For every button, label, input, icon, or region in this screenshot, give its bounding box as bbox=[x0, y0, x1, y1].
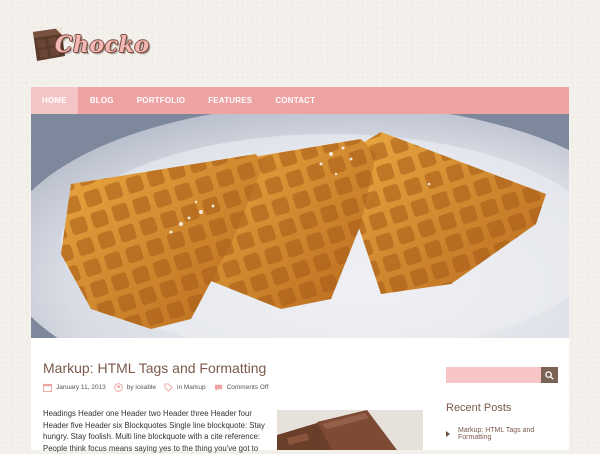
triangle-right-icon bbox=[446, 431, 450, 437]
chocolate-photo bbox=[277, 410, 423, 450]
post-thumbnail bbox=[277, 410, 423, 450]
tag-icon bbox=[164, 383, 173, 392]
post-date: January 11, 2013 bbox=[56, 384, 106, 391]
post-excerpt: Headings Header one Header two Header th… bbox=[43, 409, 265, 453]
recent-post-label: Markup: HTML Tags and Formatting bbox=[458, 427, 535, 441]
post-author[interactable]: by iceable bbox=[127, 384, 156, 391]
site-logo[interactable]: Chocko bbox=[31, 22, 149, 66]
nav-item-features[interactable]: FEATURES bbox=[197, 87, 263, 114]
recent-post-item[interactable]: Markup: HTML Tags and Formatting bbox=[446, 427, 569, 441]
post-title[interactable]: Markup: HTML Tags and Formatting bbox=[43, 360, 266, 376]
search-icon bbox=[545, 370, 554, 380]
recent-posts-title: Recent Posts bbox=[446, 402, 512, 414]
comment-icon bbox=[214, 384, 222, 392]
main-nav: HOME BLOG PORTFOLIO FEATURES CONTACT bbox=[31, 87, 569, 114]
nav-item-contact[interactable]: CONTACT bbox=[264, 87, 326, 114]
post-category[interactable]: in Markup bbox=[177, 384, 206, 391]
nav-item-home[interactable]: HOME bbox=[31, 87, 78, 114]
waffles-photo bbox=[31, 114, 569, 338]
calendar-icon bbox=[43, 383, 52, 392]
content-area: Markup: HTML Tags and Formatting January… bbox=[31, 338, 569, 453]
nav-item-portfolio[interactable]: PORTFOLIO bbox=[126, 87, 196, 114]
search-button[interactable] bbox=[541, 367, 558, 383]
post-meta: January 11, 2013 by iceable in Markup Co… bbox=[43, 383, 276, 392]
logo-text: Chocko bbox=[55, 32, 150, 58]
nav-item-blog[interactable]: BLOG bbox=[79, 87, 125, 114]
search-input[interactable] bbox=[446, 367, 542, 383]
post-comments: Comments Off bbox=[226, 384, 269, 391]
hero-image bbox=[31, 114, 569, 338]
user-icon bbox=[113, 383, 123, 392]
